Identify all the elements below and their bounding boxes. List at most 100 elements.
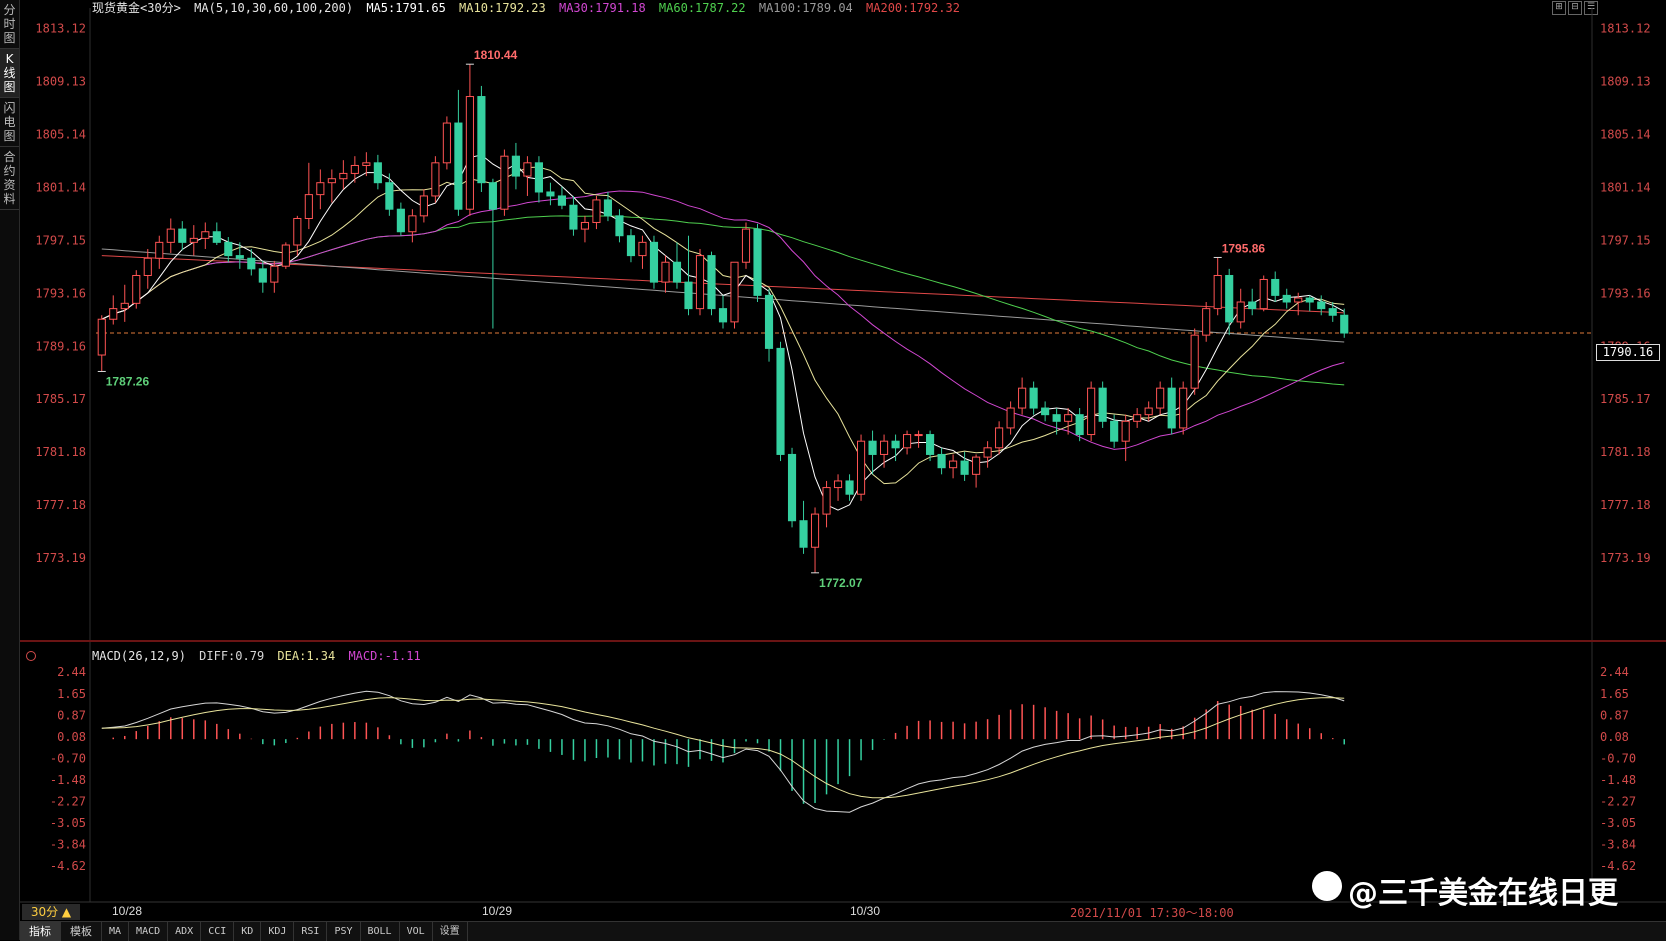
candle-body	[1144, 407, 1153, 416]
candle-body	[960, 460, 969, 475]
macd-header: MACD(26,12,9) DIFF:0.79 DEA:1.34 MACD:-1…	[92, 649, 427, 663]
diff-value: DIFF:0.79	[199, 649, 265, 663]
candle-body	[868, 440, 877, 455]
candle-body	[442, 122, 451, 164]
indicator-tab[interactable]: ADX	[168, 922, 202, 941]
candle-body	[1294, 297, 1303, 303]
price-tick-label: 1793.16	[1600, 286, 1651, 300]
price-tick-label: 1809.13	[1600, 75, 1651, 89]
indicator-tab[interactable]: RSI	[294, 922, 328, 941]
candle-body	[557, 195, 567, 206]
cursor-time: 2021/11/01 17:30～18:00	[1070, 906, 1234, 920]
candle-body	[845, 480, 854, 495]
candle-body	[810, 513, 820, 548]
candle-body	[201, 231, 210, 239]
macd-tick-label: 0.87	[57, 708, 86, 722]
candle-body	[1340, 314, 1349, 334]
candle-body	[362, 162, 371, 166]
macd-tick-label: -3.05	[1600, 816, 1636, 830]
macd-tick-label: 2.44	[57, 665, 86, 679]
candle-body	[1202, 308, 1211, 336]
candle-body	[926, 434, 935, 455]
indicator-tab[interactable]: MA	[102, 922, 130, 941]
candle-body	[1006, 407, 1015, 429]
candle-body	[995, 427, 1004, 449]
indicator-tab[interactable]: KDJ	[261, 922, 295, 941]
candle-body	[477, 96, 486, 184]
price-tick-label: 1777.18	[1600, 498, 1651, 512]
indicator-tab[interactable]: 指标	[20, 922, 61, 941]
date-label: 10/29	[482, 904, 513, 918]
candle-body	[672, 261, 682, 283]
candle-body	[327, 178, 336, 184]
candle-body	[143, 257, 152, 276]
candle-body	[1236, 301, 1245, 323]
candle-body	[1029, 387, 1038, 409]
macd-value: MACD:-1.11	[348, 649, 421, 663]
candle-body	[132, 274, 141, 304]
price-tick-label: 1809.13	[35, 75, 86, 89]
indicator-tab[interactable]: PSY	[327, 922, 361, 941]
candle-body	[592, 199, 601, 223]
indicator-tab[interactable]: BOLL	[361, 922, 400, 941]
macd-tick-label: -3.84	[50, 838, 86, 852]
candle-body	[949, 460, 958, 469]
date-label: 10/28	[112, 904, 143, 918]
candle-body	[339, 172, 348, 180]
candle-body	[1075, 414, 1084, 436]
candle-body	[1098, 387, 1107, 422]
kline-chart[interactable]: 1813.12 1813.12 1809.13 1809.13 1805.14 1805.…	[0, 0, 1666, 940]
macd-settings-icon[interactable]	[26, 651, 36, 661]
candle-body	[488, 182, 497, 210]
period-selector[interactable]: 30分 ▲	[22, 904, 80, 920]
macd-tick-label: 1.65	[1600, 687, 1629, 701]
candle-body	[419, 195, 428, 217]
candle-body	[1225, 274, 1234, 323]
candle-body	[385, 182, 394, 210]
candle-body	[1121, 420, 1130, 442]
candle-body	[293, 217, 302, 246]
candle-body	[431, 162, 440, 197]
candle-body	[626, 235, 636, 257]
price-tick-label: 1777.18	[35, 498, 86, 512]
candle-body	[718, 308, 728, 323]
macd-params[interactable]: MACD(26,12,9)	[92, 649, 186, 663]
indicator-tab[interactable]: KD	[234, 922, 262, 941]
candle-body	[373, 162, 382, 184]
candle-body	[730, 261, 739, 323]
indicator-tab[interactable]: VOL	[400, 922, 433, 941]
macd-tick-label: -3.05	[50, 816, 86, 830]
annotation-label: 1795.86	[1222, 241, 1266, 255]
candle-body	[270, 265, 279, 283]
macd-tick-label: 0.08	[1600, 730, 1629, 744]
candle-body	[776, 347, 785, 455]
candle-body	[879, 440, 889, 455]
candle-body	[1190, 334, 1199, 389]
candle-body	[753, 228, 762, 296]
price-tick-label: 1785.17	[1600, 392, 1651, 406]
indicator-tab[interactable]: MACD	[129, 922, 169, 941]
indicator-tab[interactable]: 设置	[433, 922, 468, 941]
candle-body	[1305, 297, 1314, 303]
price-tick-label: 1785.17	[35, 392, 86, 406]
candle-body	[1018, 387, 1027, 409]
macd-tick-label: -3.84	[1600, 838, 1636, 852]
price-tick-label: 1781.18	[1600, 445, 1651, 459]
macd-tick-label: 2.44	[1600, 665, 1629, 679]
candle-body	[247, 257, 256, 270]
candle-body	[1259, 278, 1268, 310]
candle-body	[1087, 387, 1096, 436]
macd-tick-label: -1.48	[1600, 773, 1636, 787]
candle-body	[109, 308, 118, 320]
candle-body	[1052, 414, 1061, 422]
macd-tick-label: 1.65	[57, 687, 86, 701]
candle-body	[120, 302, 129, 310]
candle-body	[1328, 308, 1337, 316]
price-tick-label: 1801.14	[35, 180, 86, 194]
price-tick-label: 1801.14	[1600, 180, 1651, 194]
indicator-tab[interactable]: CCI	[201, 922, 235, 941]
candle-body	[891, 440, 900, 449]
candle-body	[787, 453, 797, 522]
indicator-tab[interactable]: 模板	[61, 922, 102, 941]
candle-body	[166, 228, 175, 243]
